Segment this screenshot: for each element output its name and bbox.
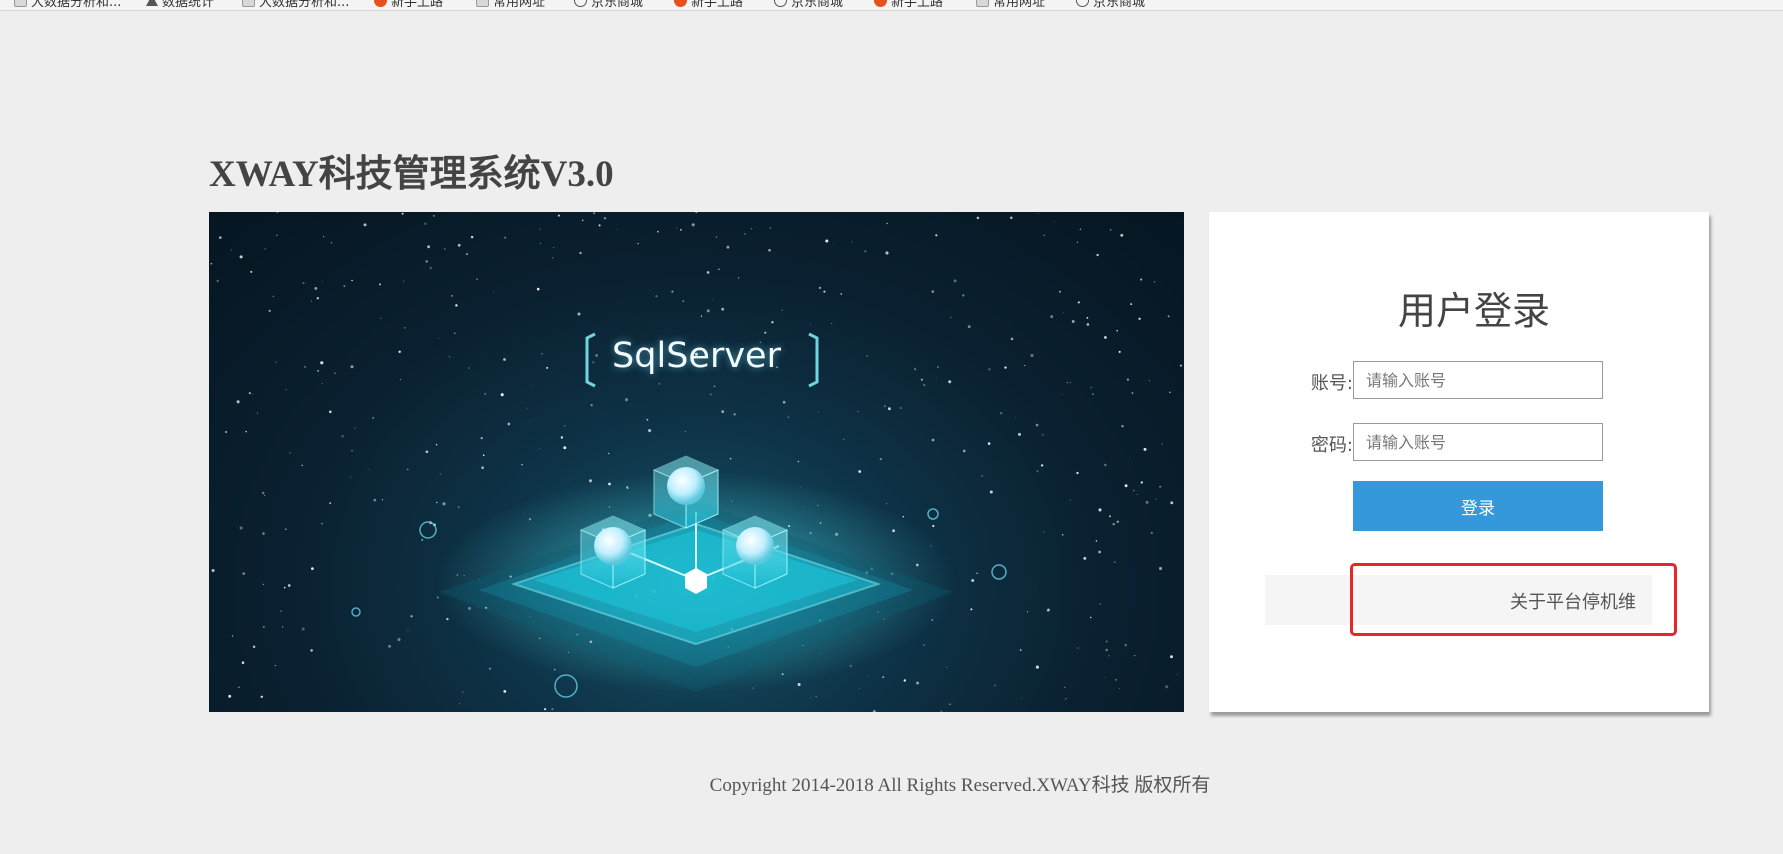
bookmark-label: 京东商城 xyxy=(1093,0,1146,10)
copyright-text: Copyright 2014-2018 All Rights Reserved.… xyxy=(709,775,1211,796)
password-label: 密码: xyxy=(1310,435,1353,456)
bookmark-item[interactable]: 京东商城 xyxy=(574,0,644,10)
cube-left xyxy=(579,515,647,589)
bookmark-label: 数据统计 xyxy=(162,0,215,10)
bookmark-label: 大数据分析和... xyxy=(31,0,122,10)
login-heading: 用户登录 xyxy=(1397,289,1550,333)
bookmark-item[interactable]: 京东商城 xyxy=(1076,0,1146,10)
globe-icon xyxy=(574,0,587,7)
bookmarks-bar: 大数据分析和... 数据统计 大数据分析和... 新手上路 常用网址 京东商城 … xyxy=(0,0,1783,11)
bookmark-label: 京东商城 xyxy=(591,0,644,10)
page-title: XWAY科技管理系统V3.0 xyxy=(209,154,614,195)
login-panel: 用户登录 账号: 密码: 登录 关于平台停机维 xyxy=(1209,212,1709,712)
notice-bar: 关于平台停机维 xyxy=(1265,575,1652,625)
fire-icon xyxy=(374,0,387,7)
star-icon xyxy=(146,0,158,6)
banner-image: SqlServer xyxy=(209,212,1184,712)
bookmark-item[interactable]: 京东商城 xyxy=(774,0,844,10)
bookmark-item[interactable]: 新手上路 xyxy=(874,0,944,10)
bookmark-label: 常用网址 xyxy=(993,0,1046,10)
bookmark-label: 常用网址 xyxy=(493,0,546,10)
maintenance-notice-link[interactable]: 关于平台停机维 xyxy=(1510,588,1636,614)
banner-label: SqlServer xyxy=(612,336,781,376)
bookmark-label: 新手上路 xyxy=(891,0,944,10)
folder-icon xyxy=(242,0,255,7)
account-input[interactable] xyxy=(1353,361,1603,399)
bookmark-item[interactable]: 新手上路 xyxy=(374,0,444,10)
fire-icon xyxy=(874,0,887,7)
globe-icon xyxy=(774,0,787,7)
bookmark-label: 大数据分析和... xyxy=(259,0,350,10)
bookmark-label: 新手上路 xyxy=(391,0,444,10)
folder-icon xyxy=(476,0,489,7)
login-button[interactable]: 登录 xyxy=(1353,481,1603,531)
bookmark-item[interactable]: 新手上路 xyxy=(674,0,744,10)
bookmark-item[interactable]: 常用网址 xyxy=(476,0,546,10)
bookmark-item[interactable]: 大数据分析和... xyxy=(14,0,122,10)
bookmark-label: 新手上路 xyxy=(691,0,744,10)
folder-icon xyxy=(14,0,27,7)
folder-icon xyxy=(976,0,989,7)
account-label: 账号: xyxy=(1310,373,1353,394)
starfield-illustration xyxy=(210,212,1182,712)
bookmark-label: 京东商城 xyxy=(791,0,844,10)
password-input[interactable] xyxy=(1353,423,1603,461)
fire-icon xyxy=(674,0,687,7)
cube-right xyxy=(721,515,789,589)
cube-top xyxy=(652,455,720,529)
bookmark-item[interactable]: 大数据分析和... xyxy=(242,0,350,10)
globe-icon xyxy=(1076,0,1089,7)
bookmark-item[interactable]: 常用网址 xyxy=(976,0,1046,10)
bookmark-item[interactable]: 数据统计 xyxy=(146,0,215,10)
